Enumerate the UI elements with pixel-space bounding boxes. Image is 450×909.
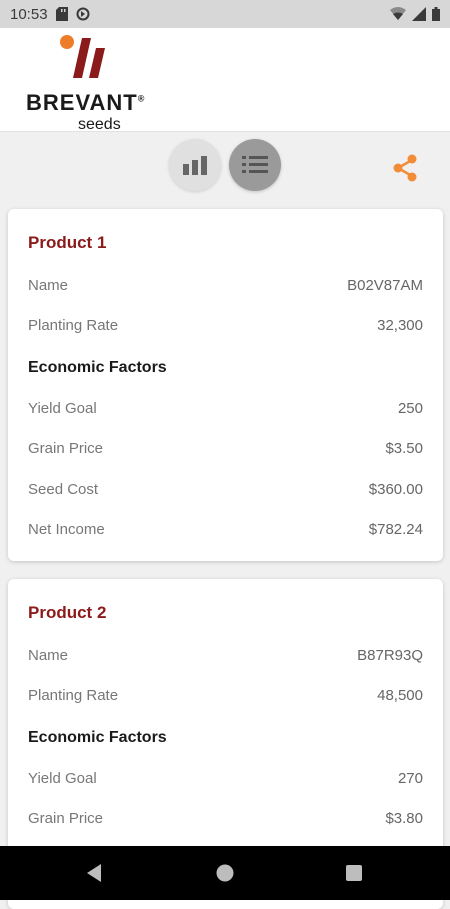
row-label: Planting Rate xyxy=(28,687,119,704)
net-income-row: Net Income $782.24 xyxy=(28,521,423,538)
status-bar: 10:53 xyxy=(0,0,450,28)
app-header: BREVANT® seeds xyxy=(0,28,450,133)
row-label: Name xyxy=(28,647,69,664)
row-label: Grain Price xyxy=(28,810,104,827)
brand-name: BREVANT® xyxy=(26,90,145,115)
home-icon xyxy=(216,864,234,882)
chart-view-button[interactable] xyxy=(169,139,221,191)
row-value: $3.80 xyxy=(385,810,423,827)
status-time: 10:53 xyxy=(10,5,48,23)
sd-card-icon xyxy=(55,7,68,21)
seed-cost-row: Seed Cost $360.00 xyxy=(28,481,423,498)
row-value: 270 xyxy=(397,770,423,787)
status-right xyxy=(390,7,440,21)
data-saver-icon xyxy=(76,7,90,21)
back-icon xyxy=(87,864,101,882)
product-title: Product 2 xyxy=(28,603,107,622)
row-value: B87R93Q xyxy=(357,647,423,664)
row-value: B02V87AM xyxy=(347,277,423,294)
row-value: 32,300 xyxy=(377,317,423,334)
planting-rate-row: Planting Rate 32,300 xyxy=(28,317,423,334)
row-label: Seed Cost xyxy=(28,481,99,498)
battery-icon xyxy=(432,7,440,21)
name-row: Name B02V87AM xyxy=(28,277,423,294)
list-icon xyxy=(242,156,268,173)
brevant-logo: BREVANT® seeds xyxy=(26,34,166,133)
bar-chart-icon xyxy=(183,156,207,175)
home-button[interactable] xyxy=(211,859,239,887)
economic-factors-heading: Economic Factors xyxy=(28,359,167,376)
grain-price-row: Grain Price $3.50 xyxy=(28,440,423,457)
wifi-icon xyxy=(390,7,406,21)
name-row: Name B87R93Q xyxy=(28,647,423,664)
back-button[interactable] xyxy=(80,859,108,887)
share-icon xyxy=(393,154,417,182)
recents-button[interactable] xyxy=(340,859,368,887)
row-value: 250 xyxy=(397,400,423,417)
signal-icon xyxy=(412,7,426,21)
row-label: Grain Price xyxy=(28,440,104,457)
share-button[interactable] xyxy=(386,149,424,187)
row-label: Name xyxy=(28,277,69,294)
row-label: Yield Goal xyxy=(28,770,97,787)
row-value: 48,500 xyxy=(377,687,423,704)
row-label: Yield Goal xyxy=(28,400,97,417)
yield-goal-row: Yield Goal 270 xyxy=(28,770,423,787)
row-value: $782.24 xyxy=(368,521,423,538)
row-label: Planting Rate xyxy=(28,317,119,334)
economic-factors-heading: Economic Factors xyxy=(28,729,167,746)
view-toolbar xyxy=(0,131,450,201)
status-left: 10:53 xyxy=(10,6,90,23)
product-title: Product 1 xyxy=(28,233,107,252)
recents-icon xyxy=(346,865,362,881)
yield-goal-row: Yield Goal 250 xyxy=(28,400,423,417)
grain-price-row: Grain Price $3.80 xyxy=(28,810,423,827)
system-nav-bar xyxy=(0,846,450,900)
row-value: $360.00 xyxy=(368,481,423,498)
planting-rate-row: Planting Rate 48,500 xyxy=(28,687,423,704)
list-view-button[interactable] xyxy=(229,139,281,191)
row-value: $3.50 xyxy=(385,440,423,457)
product-card: Product 1 Name B02V87AM Planting Rate 32… xyxy=(8,209,443,561)
row-label: Net Income xyxy=(28,521,105,538)
logo-mark-icon xyxy=(60,35,105,78)
